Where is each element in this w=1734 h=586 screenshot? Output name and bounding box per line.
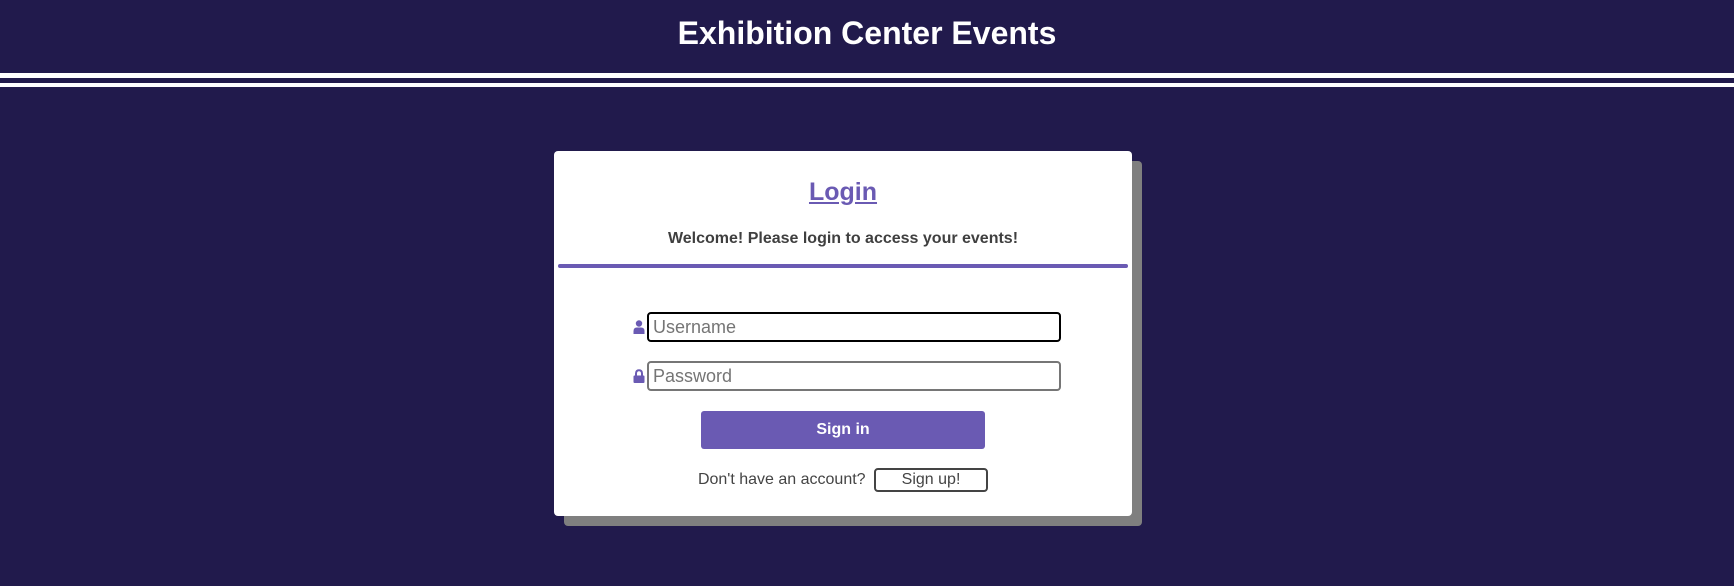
page-header: Exhibition Center Events [0,0,1734,68]
password-row [630,361,1070,391]
password-input[interactable] [647,361,1061,391]
login-title-link[interactable]: Login [554,177,1132,207]
login-card: Login Welcome! Please login to access yo… [554,151,1132,516]
signup-row: Don't have an account? Sign up! [554,468,1132,492]
sign-in-button[interactable]: Sign in [701,411,985,449]
username-input[interactable] [647,312,1061,342]
sign-up-button[interactable]: Sign up! [874,468,989,492]
welcome-message: Welcome! Please login to access your eve… [667,230,1019,247]
username-row [630,312,1070,342]
lock-icon [633,369,645,383]
page-title: Exhibition Center Events [677,15,1057,51]
header-divider-bottom [0,83,1734,87]
user-icon [633,320,645,334]
card-divider [558,264,1128,268]
header-divider-top [0,73,1734,78]
no-account-text: Don't have an account? [697,471,866,488]
